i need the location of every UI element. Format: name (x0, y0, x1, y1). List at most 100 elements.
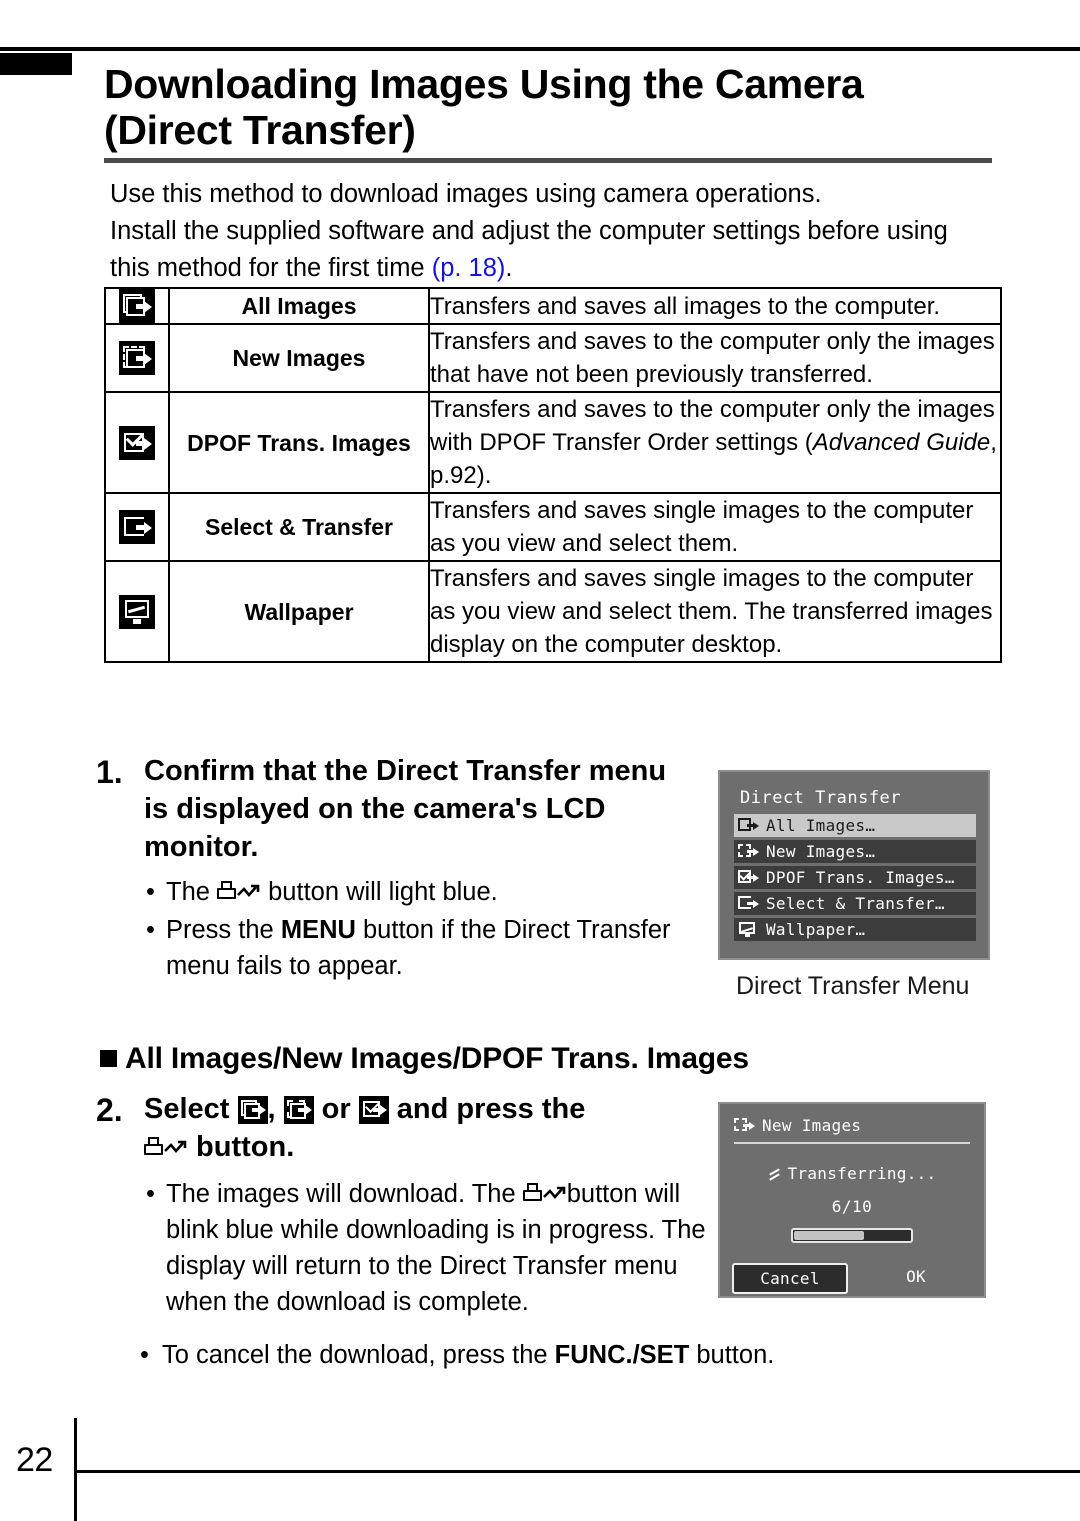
step-2-bullet-2: To cancel the download, press the FUNC./… (140, 1338, 774, 1372)
print-share-button-icon (144, 1136, 188, 1160)
lcd-menu-title: Direct Transfer (740, 788, 902, 808)
table-cell-description: Transfers and saves to the computer only… (428, 323, 1002, 393)
camera-lcd-transferring-dialog: New Images Transferring... 6/10 Cancel O… (718, 1102, 986, 1298)
table-cell-name: Wallpaper (168, 560, 430, 663)
zigzag-arrow-icon (164, 1140, 187, 1154)
step-1: 1. Confirm that the Direct Transfer menu… (96, 752, 696, 984)
table-row: DPOF Trans. Images Transfers and saves t… (104, 391, 1002, 494)
table-row: Select & Transfer Transfers and saves si… (104, 492, 1002, 562)
transfer-activity-icon (768, 1168, 782, 1181)
page-top-rule (0, 47, 1080, 51)
select-transfer-icon (738, 895, 759, 912)
lcd-menu-item-new-images[interactable]: New Images… (734, 840, 976, 863)
table-cell-description: Transfers and saves single images to the… (428, 560, 1002, 663)
page-title-line-1: Downloading Images Using the Camera (104, 61, 864, 107)
table-cell-icon (104, 323, 170, 393)
transfer-options-table: All Images Transfers and saves all image… (104, 287, 1002, 663)
dpof-trans-images-icon (738, 869, 759, 886)
table-cell-icon (104, 492, 170, 562)
lcd-menu-item-label: All Images… (766, 816, 876, 835)
print-share-button-icon (217, 880, 261, 904)
new-images-icon (283, 1096, 314, 1125)
select-transfer-icon (119, 510, 155, 544)
cancel-button[interactable]: Cancel (732, 1263, 848, 1294)
table-cell-icon (104, 560, 170, 663)
zigzag-arrow-icon (237, 884, 260, 898)
table-row: New Images Transfers and saves to the co… (104, 323, 1002, 393)
ok-button[interactable]: OK (860, 1263, 972, 1294)
new-images-icon (734, 1117, 755, 1134)
footer-horizontal-rule (74, 1470, 1080, 1473)
table-cell-icon (104, 287, 170, 325)
lcd-menu-item-label: New Images… (766, 842, 876, 861)
wallpaper-icon (738, 921, 759, 938)
func-set-button-label: FUNC./SET (554, 1341, 690, 1369)
lcd-transfer-progress-bar (791, 1228, 913, 1243)
table-cell-name: Select & Transfer (168, 492, 430, 562)
new-images-icon (738, 843, 759, 860)
all-images-icon (119, 289, 155, 323)
table-cell-description: Transfers and saves to the computer only… (428, 391, 1002, 494)
camera-lcd-direct-transfer-menu: Direct Transfer All Images… New Images… … (718, 770, 990, 960)
zigzag-arrow-icon (542, 1186, 566, 1200)
step-2: 2. Select , or and press the button. • T… (96, 1090, 716, 1320)
step-2-title: Select , or and press the button. (144, 1090, 716, 1166)
step-1-bullet-1: The button will light blue. (144, 874, 696, 910)
all-images-icon (237, 1096, 268, 1125)
lcd-transfer-status-label: Transferring... (787, 1164, 937, 1183)
page-reference-link[interactable]: (p. 18) (432, 254, 506, 282)
page-title-line-2: (Direct Transfer) (104, 106, 416, 153)
intro-line-3-period: . (505, 254, 513, 282)
intro-line-3-text: this method for the first time (110, 254, 432, 282)
lcd-transfer-header: New Images (720, 1104, 984, 1135)
all-images-icon (738, 817, 759, 834)
lcd-transfer-status: Transferring... (720, 1164, 984, 1183)
section-heading: All Images/New Images/DPOF Trans. Images (100, 1042, 749, 1076)
lcd-transfer-count: 6/10 (831, 1197, 873, 1216)
print-share-button-icon (522, 1182, 567, 1206)
lcd-transfer-buttons: Cancel OK (732, 1263, 972, 1294)
step-2-title-line-2: button. (144, 1128, 716, 1166)
lcd-menu-item-all-images[interactable]: All Images… (734, 814, 976, 837)
new-images-icon (119, 341, 155, 375)
lcd-transfer-header-label: New Images (762, 1116, 862, 1135)
desc-italic-reference: Advanced Guide (812, 429, 991, 456)
intro-line-1: Use this method to download images using… (110, 180, 822, 208)
menu-button-label: MENU (280, 916, 356, 944)
section-heading-text: All Images/New Images/DPOF Trans. Images (125, 1042, 749, 1075)
page-title: Downloading Images Using the Camera (Dir… (104, 61, 1004, 154)
step-1-bullets: The button will light blue. Press the ME… (144, 874, 696, 984)
intro-paragraph: Use this method to download images using… (110, 176, 1005, 287)
step-1-number: 1. (96, 754, 123, 790)
table-cell-description: Transfers and saves single images to the… (428, 492, 1002, 562)
lcd-menu-item-label: DPOF Trans. Images… (766, 868, 955, 887)
lcd-menu-item-label: Wallpaper… (766, 920, 866, 939)
dpof-trans-images-icon (119, 425, 155, 460)
wallpaper-icon (119, 594, 155, 629)
intro-line-2: Install the supplied software and adjust… (110, 217, 948, 245)
lcd-menu-caption: Direct Transfer Menu (736, 972, 970, 1000)
table-cell-name: New Images (168, 323, 430, 393)
step-2-bullet-1: The images will download. The button wil… (144, 1176, 716, 1320)
table-cell-name: DPOF Trans. Images (168, 391, 430, 494)
intro-line-3: this method for the first time (p. 18). (110, 250, 1005, 287)
lcd-menu-item-label: Select & Transfer… (766, 894, 945, 913)
lcd-menu-item-dpof-trans-images[interactable]: DPOF Trans. Images… (734, 866, 976, 889)
table-row: All Images Transfers and saves all image… (104, 287, 1002, 325)
table-cell-description: Transfers and saves all images to the co… (428, 287, 1002, 325)
title-underline (104, 158, 992, 163)
chapter-tab-marker (0, 53, 72, 75)
table-cell-name: All Images (168, 287, 430, 325)
step-2-bullets: The images will download. The button wil… (144, 1176, 716, 1320)
lcd-menu-item-select-and-transfer[interactable]: Select & Transfer… (734, 892, 976, 915)
lcd-transfer-progress-fill (794, 1231, 864, 1240)
page-number: 22 (16, 1441, 53, 1479)
step-2-number: 2. (96, 1092, 123, 1128)
lcd-transfer-divider (734, 1142, 970, 1144)
table-row: Wallpaper Transfers and saves single ima… (104, 560, 1002, 663)
step-1-title: Confirm that the Direct Transfer menu is… (144, 755, 667, 863)
dpof-trans-images-icon (358, 1096, 389, 1125)
lcd-menu-item-wallpaper[interactable]: Wallpaper… (734, 918, 976, 941)
square-bullet-icon (100, 1050, 117, 1067)
step-1-bullet-2: Press the MENU button if the Direct Tran… (144, 912, 696, 984)
